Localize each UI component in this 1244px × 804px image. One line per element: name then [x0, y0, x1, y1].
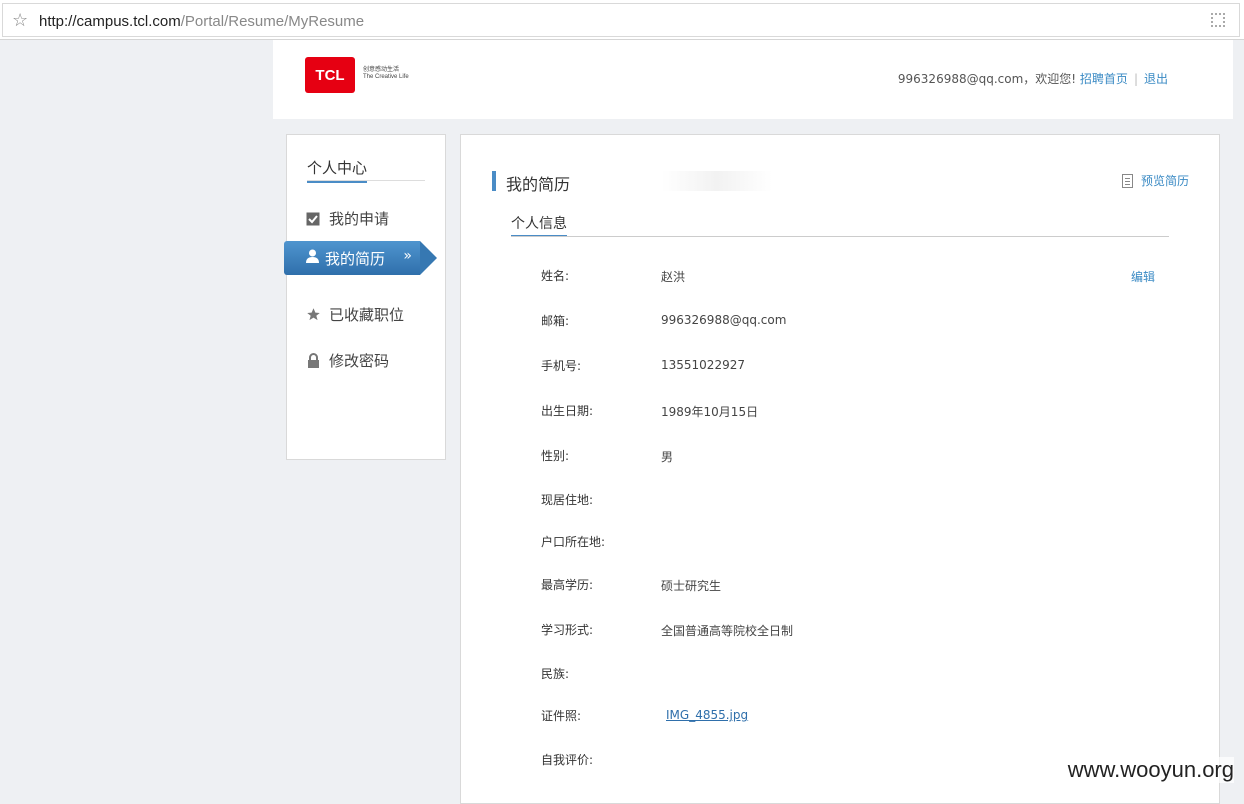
sidebar: 个人中心 我的申请 已收藏职位 修改密码: [286, 134, 446, 460]
logo-slogan: 创意感动生活 The Creative Life: [363, 67, 409, 81]
sidebar-item-my-resume[interactable]: 我的简历 »: [284, 241, 420, 275]
address-bar: ☆ http://campus.tcl.com/Portal/Resume/My…: [0, 0, 1244, 40]
home-link[interactable]: 招聘首页: [1080, 72, 1128, 86]
welcome-text: ，欢迎您!: [1023, 72, 1076, 86]
field-label: 手机号:: [541, 357, 581, 374]
document-icon: [1122, 174, 1133, 188]
user-icon: [306, 249, 319, 267]
photo-file-link[interactable]: IMG_4855.jpg: [666, 708, 748, 722]
field-value: 男: [661, 448, 673, 465]
field-label: 现居住地:: [541, 491, 593, 508]
page-title: 我的简历: [492, 171, 772, 191]
sidebar-item-label: 我的申请: [329, 208, 389, 229]
sidebar-item-favorite-jobs[interactable]: 已收藏职位: [305, 304, 404, 325]
field-label: 邮箱:: [541, 312, 569, 329]
field-label: 出生日期:: [541, 402, 593, 419]
sidebar-item-change-password[interactable]: 修改密码: [305, 350, 389, 371]
field-label: 民族:: [541, 665, 569, 682]
url-box[interactable]: ☆ http://campus.tcl.com/Portal/Resume/My…: [2, 3, 1240, 37]
chevron-right-icon: »: [403, 248, 412, 264]
field-label: 性别:: [541, 447, 569, 464]
lock-icon: [305, 353, 321, 369]
field-label: 姓名:: [541, 267, 569, 284]
field-label: 自我评价:: [541, 751, 593, 768]
checkbox-icon: [305, 211, 321, 227]
site-header: TCL 创意感动生活 The Creative Life 996326988@q…: [273, 40, 1233, 119]
sidebar-divider: [307, 180, 425, 181]
sidebar-item-label: 修改密码: [329, 350, 389, 371]
watermark: www.wooyun.org: [1068, 757, 1234, 783]
user-email: 996326988@qq.com: [898, 72, 1023, 86]
field-label: 证件照:: [541, 707, 581, 724]
field-value: 996326988@qq.com: [661, 313, 786, 327]
url-path: /Portal/Resume/MyResume: [181, 13, 364, 30]
field-value: 硕士研究生: [661, 577, 721, 594]
field-value: 全国普通高等院校全日制: [661, 622, 793, 639]
field-value: 赵洪: [661, 268, 685, 285]
main-panel: 我的简历 预览简历 个人信息 编辑 姓名: 赵洪 邮箱: 996326988@qq.…: [460, 134, 1220, 804]
section-divider: [511, 236, 1169, 237]
field-label: 学习形式:: [541, 621, 593, 638]
sidebar-item-my-applications[interactable]: 我的申请: [305, 208, 389, 229]
url-text[interactable]: http://campus.tcl.com/Portal/Resume/MyRe…: [39, 13, 364, 30]
field-value: 1989年10月15日: [661, 403, 758, 420]
field-label: 最高学历:: [541, 576, 593, 593]
qr-code-icon[interactable]: [1211, 13, 1225, 27]
header-separator: |: [1134, 72, 1138, 86]
edit-button[interactable]: 编辑: [1131, 268, 1155, 285]
bookmark-star-icon[interactable]: ☆: [12, 10, 28, 31]
sidebar-item-label: 我的简历: [325, 248, 385, 269]
preview-label: 预览简历: [1141, 172, 1189, 189]
url-host: http://campus.tcl.com: [39, 13, 181, 30]
section-title: 个人信息: [511, 213, 567, 237]
field-label: 户口所在地:: [541, 533, 605, 550]
preview-resume-button[interactable]: 预览简历: [1122, 172, 1189, 189]
star-icon: [305, 307, 321, 323]
logout-link[interactable]: 退出: [1144, 72, 1168, 86]
user-info: 996326988@qq.com，欢迎您! 招聘首页 | 退出: [898, 70, 1168, 87]
field-value: 13551022927: [661, 358, 745, 372]
tcl-logo[interactable]: TCL: [305, 57, 355, 93]
sidebar-item-label: 已收藏职位: [329, 304, 404, 325]
